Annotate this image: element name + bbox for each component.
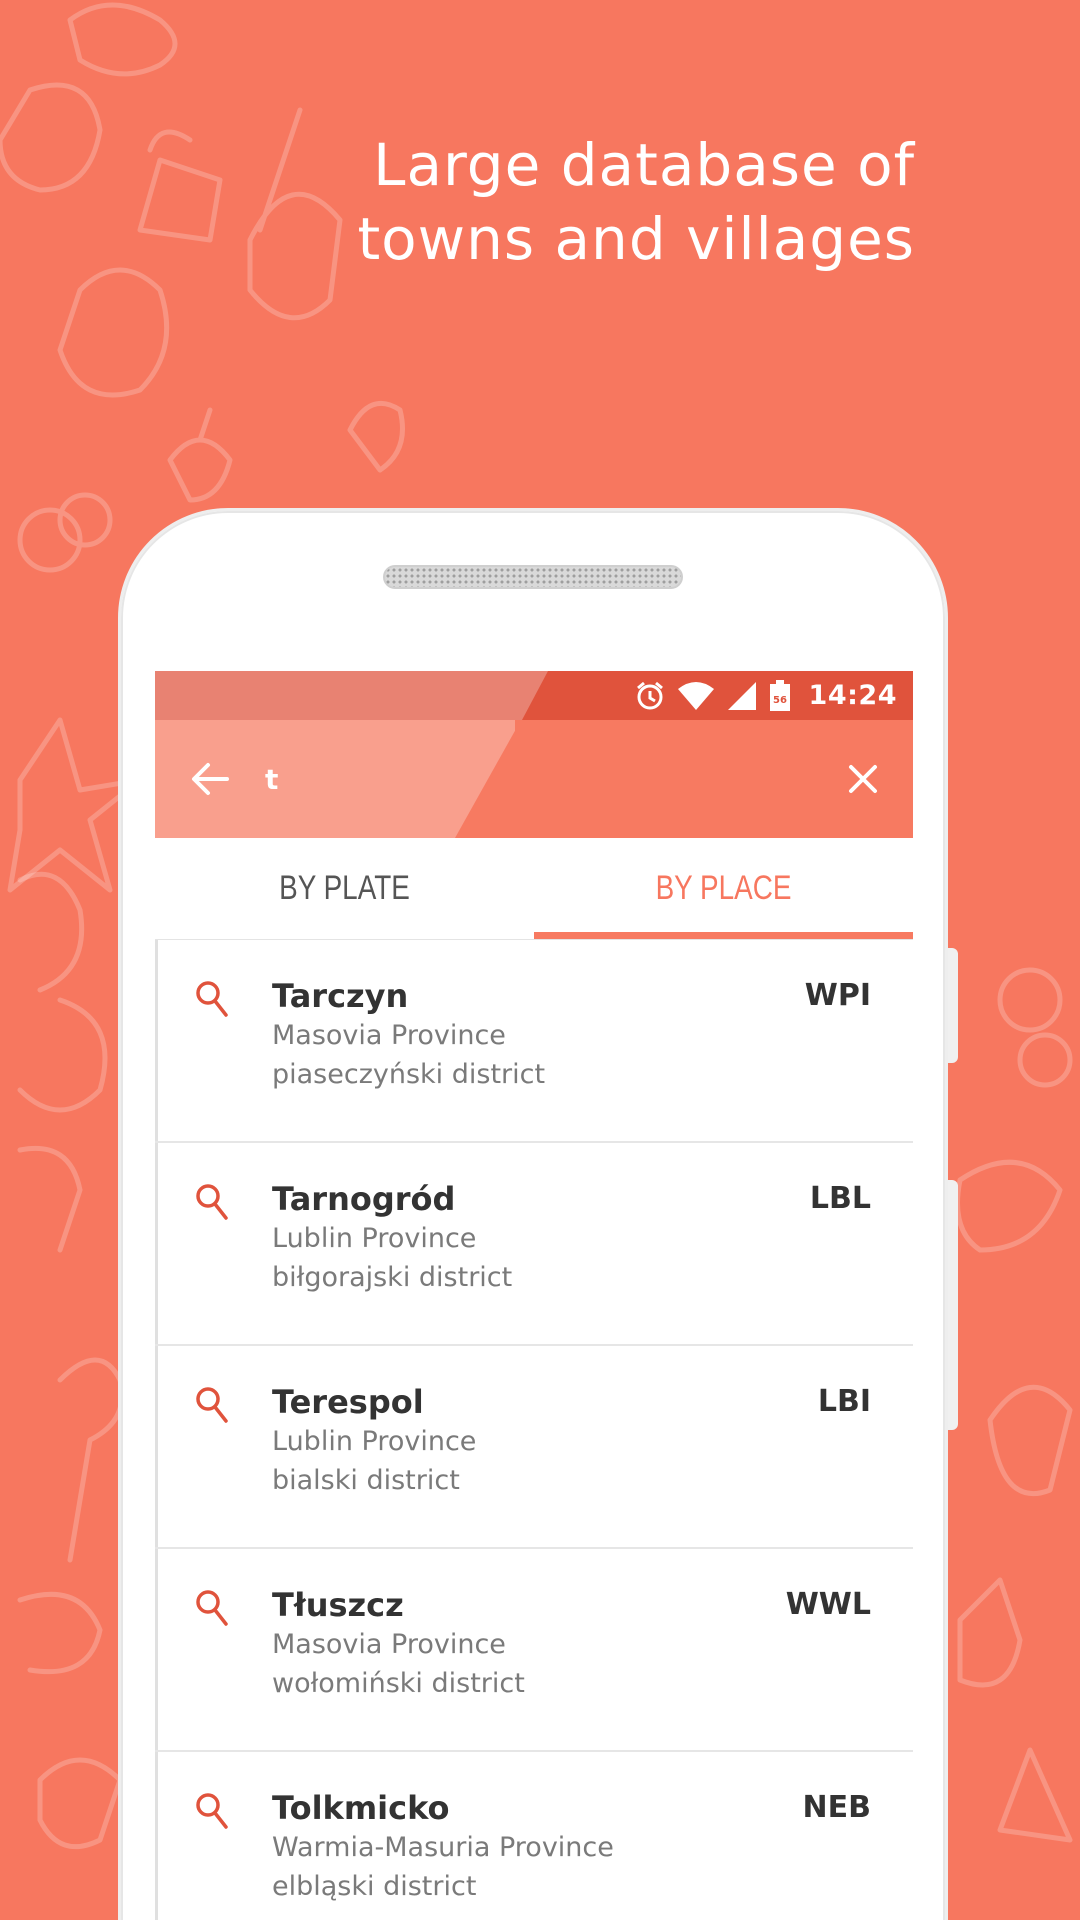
headline-line-1: Large database of (373, 131, 915, 199)
clear-search-button[interactable] (813, 720, 913, 838)
plate-code: LBI (817, 1384, 871, 1419)
plate-code: WPI (804, 978, 871, 1013)
province-name: Masovia Province (272, 1629, 506, 1660)
search-icon (196, 1590, 228, 1626)
district-name: bialski district (272, 1465, 460, 1496)
status-bar-shade (155, 671, 548, 720)
phone-volume-button (948, 948, 958, 1063)
headline: Large database of towns and villages (215, 128, 915, 276)
battery-level-text: 56 (773, 695, 787, 706)
list-item[interactable]: Tolkmicko Warmia-Masuria Province elbląs… (155, 1752, 913, 1920)
plate-code: NEB (802, 1790, 871, 1825)
arrow-left-icon (192, 763, 229, 795)
province-name: Lublin Province (272, 1223, 477, 1254)
results-list: Tarczyn Masovia Province piaseczyński di… (155, 940, 913, 1920)
list-item[interactable]: Terespol Lublin Province bialski distric… (155, 1346, 913, 1549)
plate-code: WWL (785, 1587, 871, 1622)
tab-bar: BY PLATE BY PLACE (155, 838, 913, 940)
list-item[interactable]: Tłuszcz Masovia Province wołomiński dist… (155, 1549, 913, 1752)
plate-code: LBL (809, 1181, 871, 1216)
active-tab-indicator (534, 932, 913, 939)
district-name: piaseczyński district (272, 1059, 546, 1090)
phone-power-button (948, 1180, 958, 1430)
district-name: wołomiński district (272, 1668, 525, 1699)
back-button[interactable] (155, 720, 265, 838)
list-item[interactable]: Tarnogród Lublin Province biłgorajski di… (155, 1143, 913, 1346)
district-name: elbląski district (272, 1871, 477, 1902)
close-icon (849, 765, 877, 793)
district-name: biłgorajski district (272, 1262, 513, 1293)
province-name: Masovia Province (272, 1020, 506, 1051)
alarm-icon (636, 681, 663, 709)
app-screen: 56 14:24 BY PLATE BY PLACE (155, 671, 913, 1920)
headline-line-2: towns and villages (357, 205, 915, 273)
city-name: Terespol (272, 1383, 424, 1421)
province-name: Warmia-Masuria Province (272, 1832, 614, 1863)
tab-by-plate[interactable]: BY PLATE (189, 838, 500, 939)
signal-icon (727, 681, 756, 710)
search-toolbar (155, 720, 913, 838)
province-name: Lublin Province (272, 1426, 477, 1457)
search-icon (196, 1793, 228, 1829)
status-bar: 56 14:24 (155, 671, 913, 720)
phone-speaker (383, 565, 683, 589)
battery-icon: 56 (769, 679, 790, 711)
list-item[interactable]: Tarczyn Masovia Province piaseczyński di… (155, 940, 913, 1143)
wifi-icon (677, 681, 714, 710)
search-input[interactable] (265, 762, 813, 796)
search-icon (196, 1387, 228, 1423)
search-icon (196, 1184, 228, 1220)
tab-by-place[interactable]: BY PLACE (568, 838, 879, 939)
search-icon (196, 981, 228, 1017)
status-time: 14:24 (808, 680, 897, 711)
